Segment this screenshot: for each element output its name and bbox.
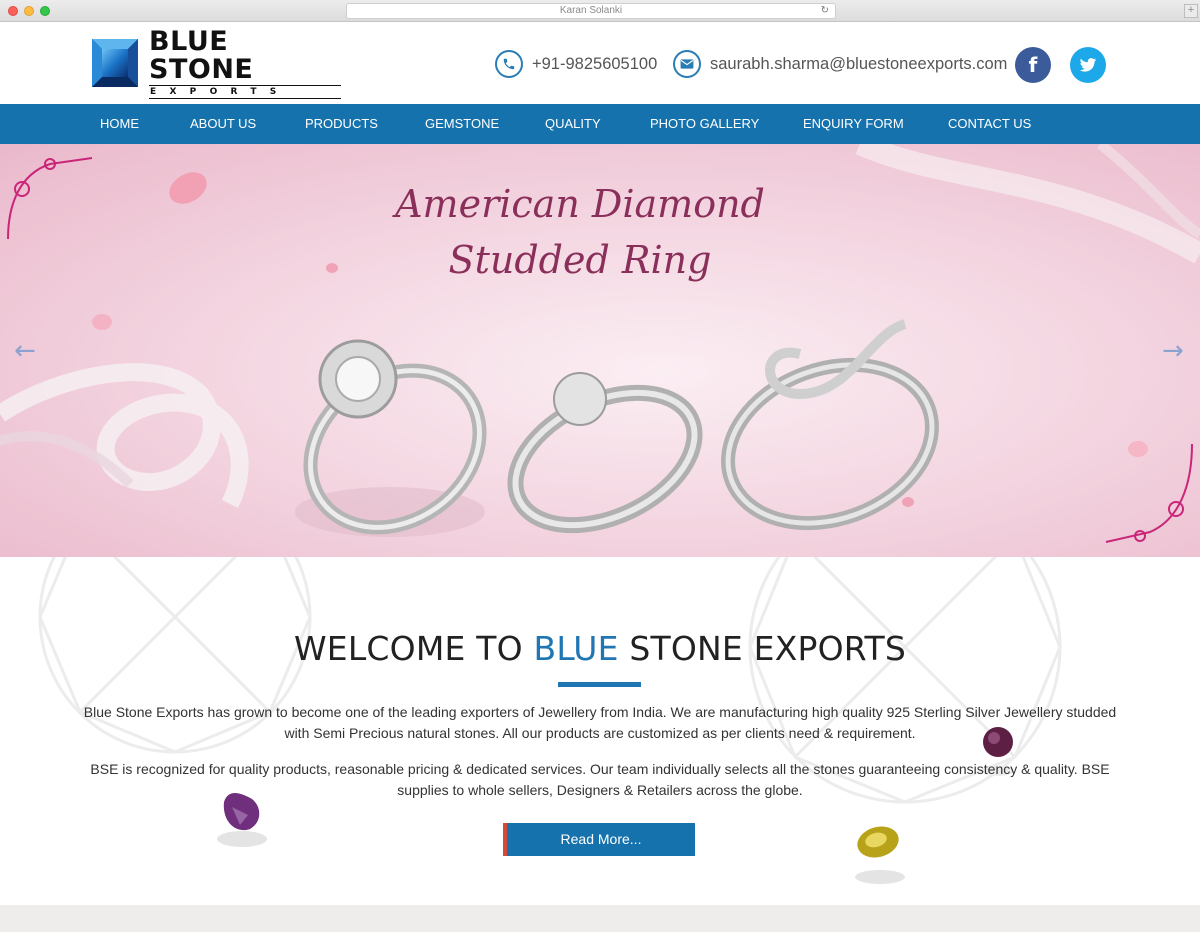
logo[interactable]: BLUE STONE EXPORTS: [91, 27, 341, 99]
minimize-window-button[interactable]: [24, 6, 34, 16]
nav-contact-us[interactable]: CONTACT US: [948, 104, 1031, 144]
nav-enquiry-form[interactable]: ENQUIRY FORM: [803, 104, 904, 144]
phone-icon: [495, 50, 523, 78]
main-navigation: HOME ABOUT US PRODUCTS GEMSTONE QUALITY …: [0, 104, 1200, 144]
site-header: BLUE STONE EXPORTS +91-9825605100 saurab…: [0, 22, 1200, 104]
hero-title-line2: Studded Ring: [448, 238, 712, 282]
nav-photo-gallery[interactable]: PHOTO GALLERY: [650, 104, 759, 144]
twitter-icon[interactable]: [1070, 47, 1106, 83]
nav-home[interactable]: HOME: [100, 104, 139, 144]
heading-prefix: WELCOME TO: [293, 629, 534, 668]
phone-contact[interactable]: +91-9825605100: [495, 48, 657, 80]
nav-quality[interactable]: QUALITY: [545, 104, 601, 144]
heading-highlight: BLUE: [533, 629, 619, 668]
slider-prev-arrow-icon[interactable]: ←: [14, 336, 36, 366]
welcome-heading: WELCOME TO BLUE STONE EXPORTS: [0, 629, 1200, 668]
read-more-button[interactable]: Read More...: [503, 823, 695, 856]
logo-subtitle: EXPORTS: [149, 84, 341, 99]
email-address: saurabh.sharma@bluestoneexports.com: [710, 54, 1008, 73]
logo-title: BLUE STONE: [149, 25, 254, 85]
welcome-section: WELCOME TO BLUE STONE EXPORTS Blue Stone…: [0, 557, 1200, 905]
quality-paragraph: BSE is recognized for quality products, …: [90, 761, 1110, 798]
new-tab-button[interactable]: +: [1184, 4, 1198, 18]
phone-number: +91-9825605100: [532, 54, 658, 73]
next-section-strip: [0, 905, 1200, 932]
nav-gemstone[interactable]: GEMSTONE: [425, 104, 499, 144]
blue-gem-logo-icon: [91, 38, 139, 88]
reload-icon[interactable]: ↻: [821, 4, 829, 18]
browser-chrome: Karan Solanki ↻ +: [0, 0, 1200, 22]
intro-paragraph: Blue Stone Exports has grown to become o…: [83, 704, 1117, 741]
facebook-icon[interactable]: f: [1015, 47, 1051, 83]
hero-slider: American Diamond Studded Ring ← →: [0, 144, 1200, 557]
hero-title: American Diamond Studded Ring: [380, 176, 780, 288]
nav-about-us[interactable]: ABOUT US: [190, 104, 256, 144]
tab-title: Karan Solanki: [559, 5, 623, 16]
envelope-icon: [673, 50, 701, 78]
heading-suffix: STONE EXPORTS: [618, 629, 907, 668]
email-contact[interactable]: saurabh.sharma@bluestoneexports.com: [673, 48, 1007, 80]
heading-underline: [558, 682, 641, 687]
nav-products[interactable]: PRODUCTS: [305, 104, 378, 144]
address-bar[interactable]: Karan Solanki ↻: [346, 3, 836, 19]
maximize-window-button[interactable]: [40, 6, 50, 16]
window-controls: [8, 6, 50, 16]
hero-title-line1: American Diamond: [395, 182, 765, 226]
slider-next-arrow-icon[interactable]: →: [1162, 336, 1184, 366]
close-window-button[interactable]: [8, 6, 18, 16]
